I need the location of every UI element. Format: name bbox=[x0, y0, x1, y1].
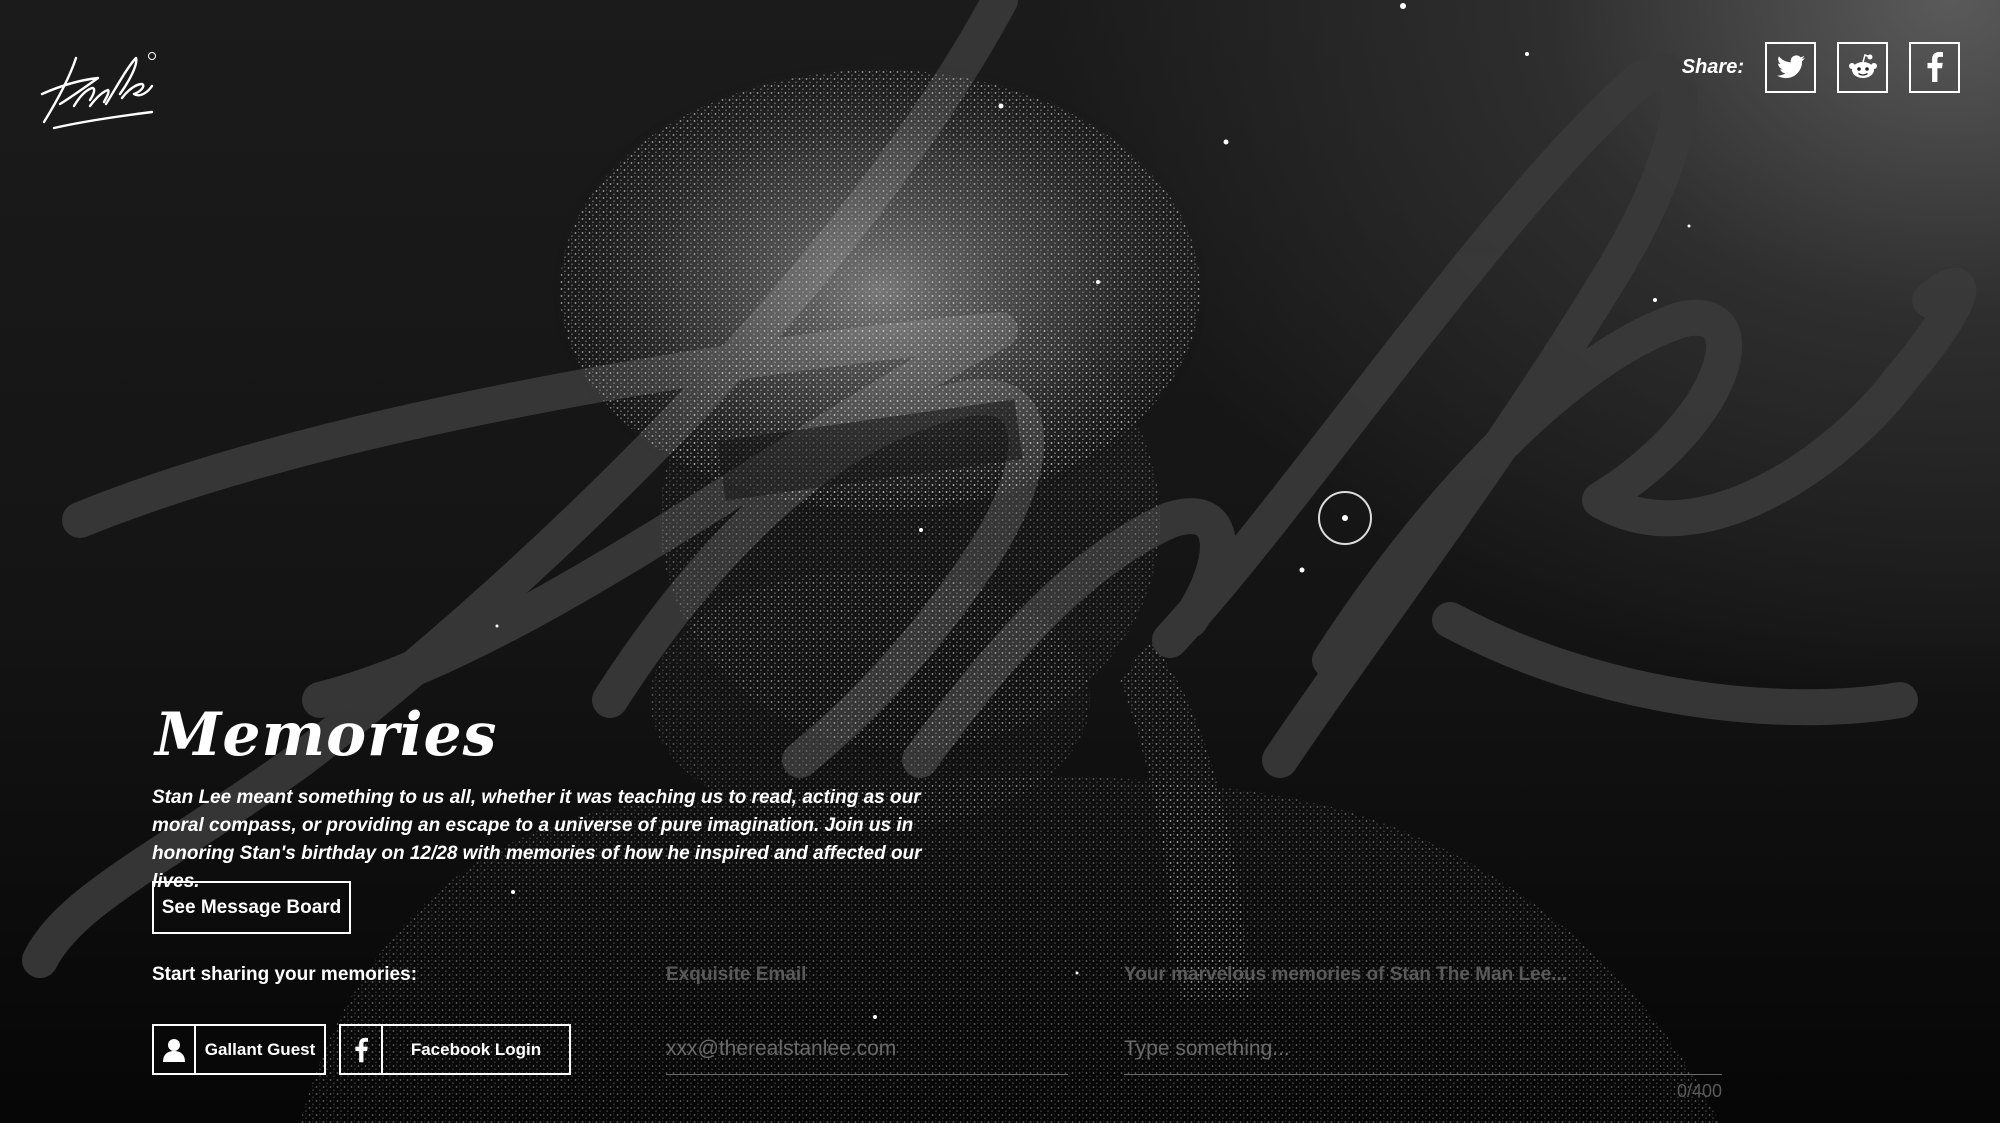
facebook-login-label: Facebook Login bbox=[410, 1039, 542, 1059]
share-reddit-button[interactable] bbox=[1837, 41, 1888, 93]
facebook-icon bbox=[341, 1026, 383, 1073]
gallant-guest-button[interactable]: Gallant Guest bbox=[152, 1024, 326, 1075]
character-counter: 0/400 bbox=[1676, 1081, 1722, 1101]
cursor-dot bbox=[1342, 515, 1348, 521]
start-sharing-label: Start sharing your memories: bbox=[152, 964, 418, 985]
background-art bbox=[22, 0, 1977, 1123]
intro-text: Stan Lee meant something to us all, whet… bbox=[152, 787, 922, 892]
facebook-login-button[interactable]: Facebook Login bbox=[339, 1024, 571, 1075]
memory-label: Your marvelous memories of Stan The Man … bbox=[1124, 964, 1568, 985]
user-icon bbox=[154, 1026, 196, 1073]
see-message-board-button[interactable]: See Message Board bbox=[152, 881, 351, 934]
email-label: Exquisite Email bbox=[666, 964, 807, 985]
email-field[interactable] bbox=[666, 1024, 1068, 1075]
stan-lee-logo[interactable] bbox=[40, 52, 160, 136]
signature-logo-icon bbox=[40, 52, 156, 130]
page-title: Memories bbox=[155, 700, 498, 770]
share-facebook-button[interactable] bbox=[1909, 41, 1960, 93]
share-bar: Share: bbox=[1682, 41, 1960, 93]
facebook-icon bbox=[1927, 52, 1943, 82]
share-twitter-button[interactable] bbox=[1765, 41, 1816, 93]
gallant-guest-label: Gallant Guest bbox=[204, 1039, 316, 1059]
twitter-icon bbox=[1776, 55, 1805, 79]
reddit-icon bbox=[1848, 54, 1877, 78]
share-label: Share: bbox=[1681, 55, 1744, 78]
memory-input[interactable] bbox=[1124, 1024, 1722, 1075]
